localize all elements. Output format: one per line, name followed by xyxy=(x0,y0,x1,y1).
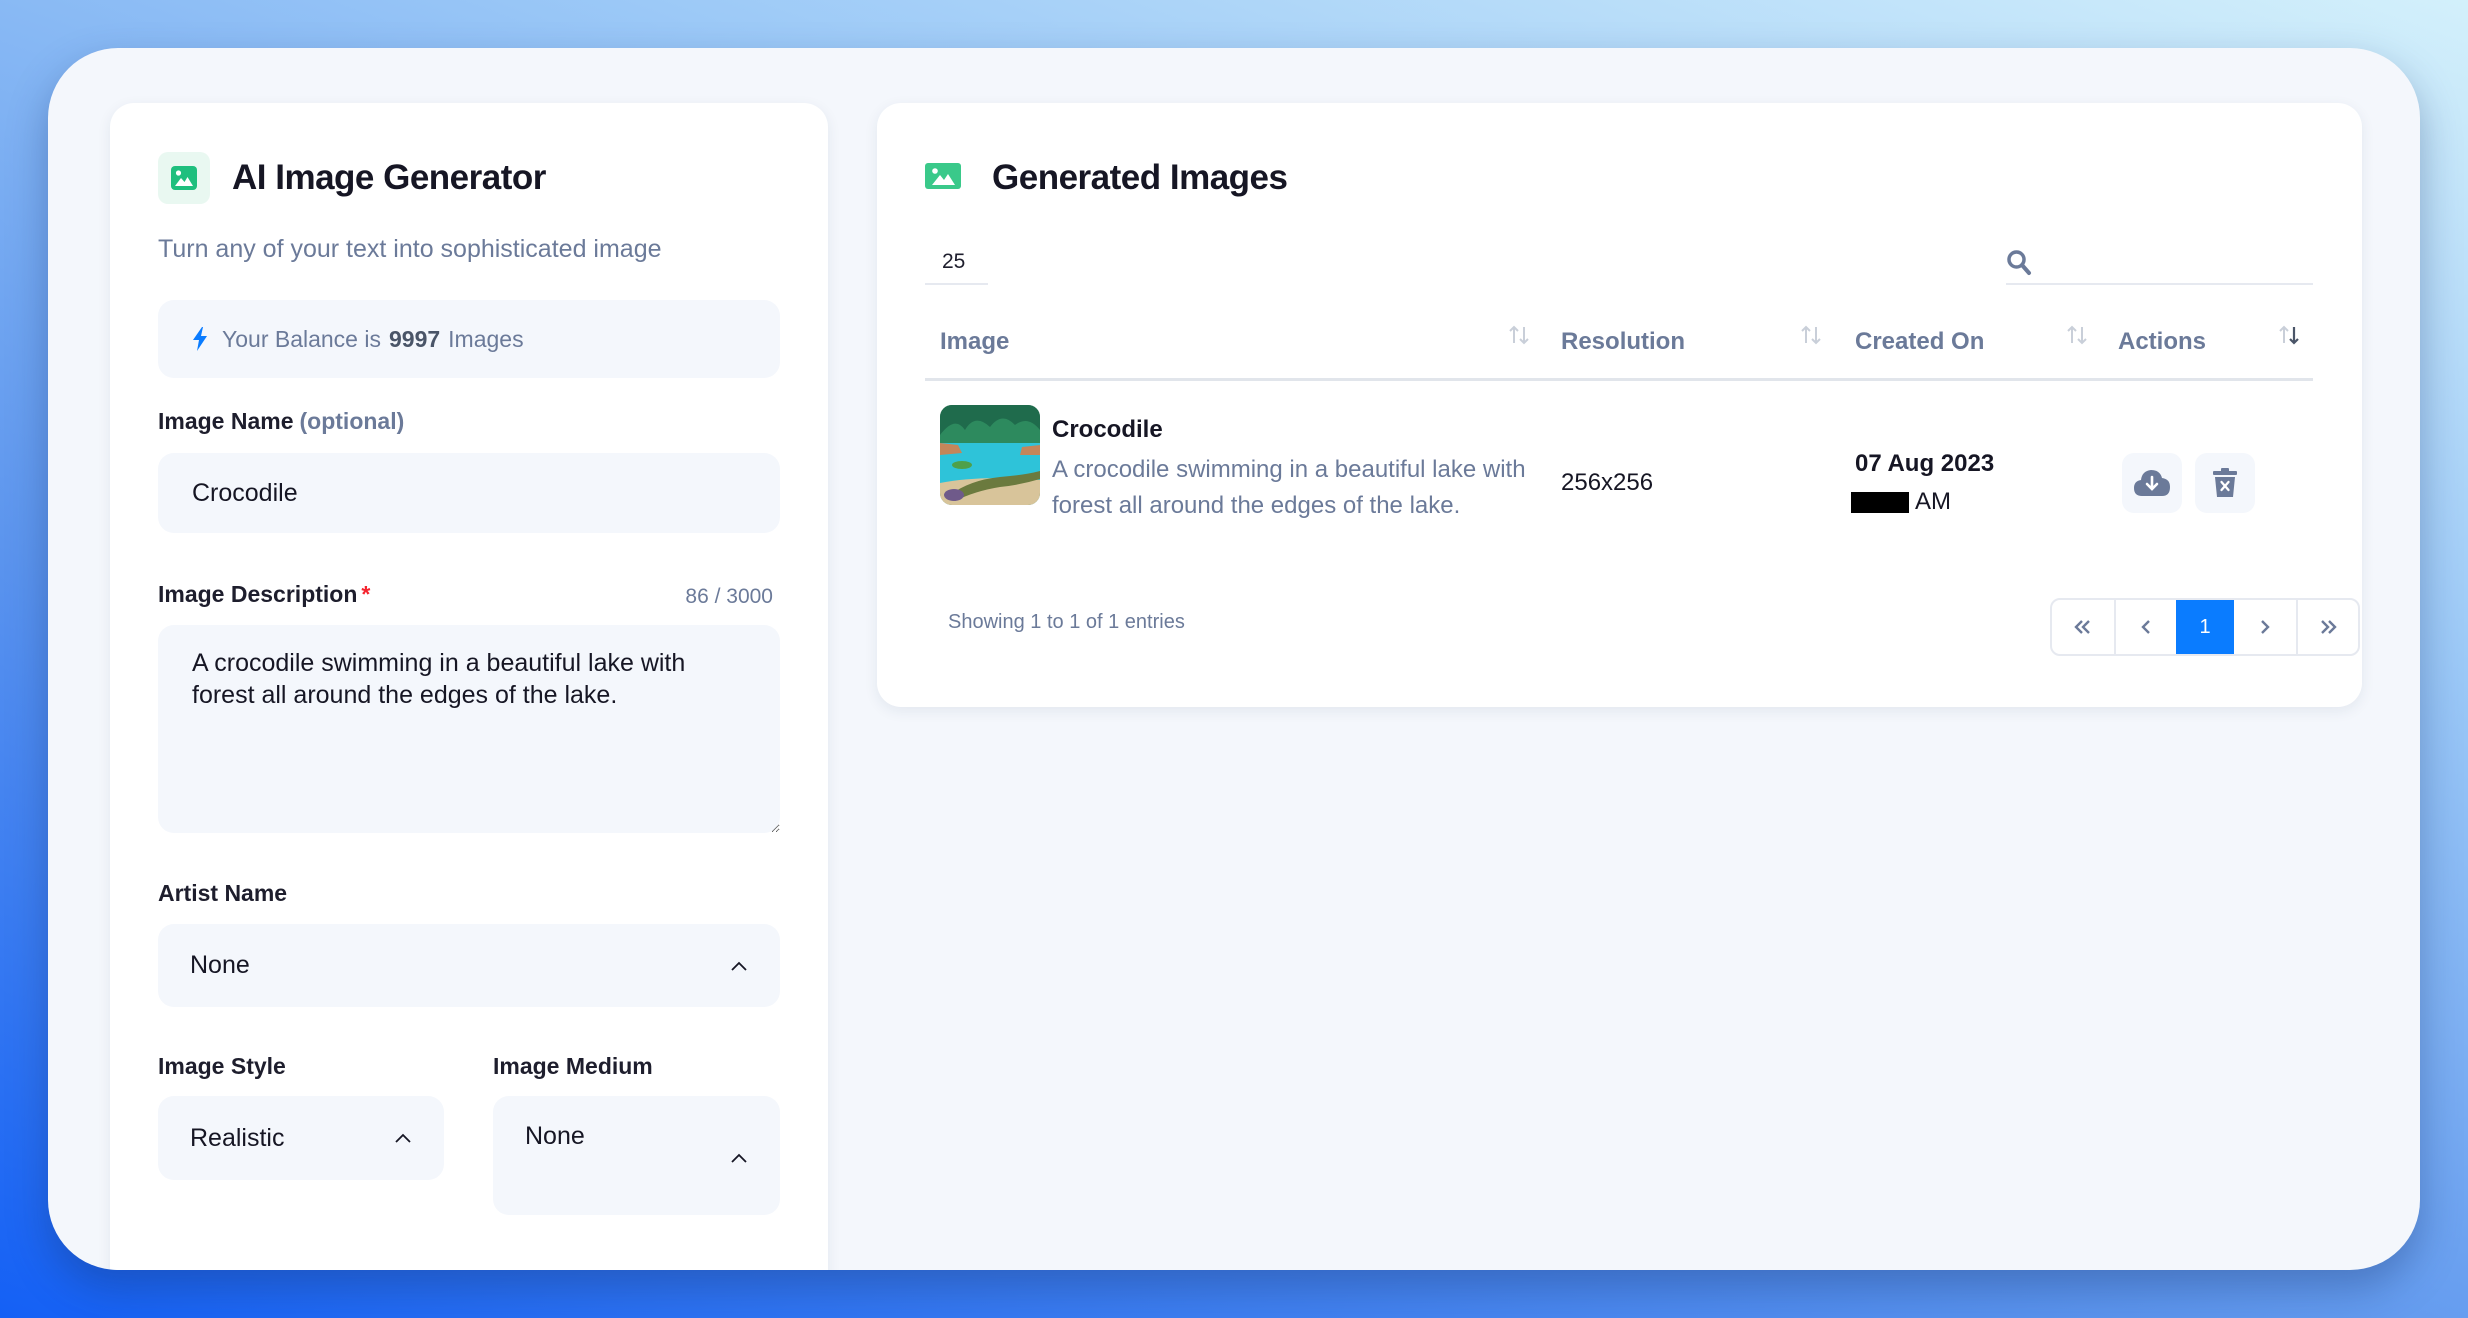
entries-per-page-select[interactable]: 25 xyxy=(925,243,988,285)
balance-suffix: Images xyxy=(448,325,524,352)
column-header-image[interactable]: Image xyxy=(940,328,1009,356)
generator-panel: AI Image Generator Turn any of your text… xyxy=(110,103,828,1270)
image-name-label: Image Name (optional) xyxy=(158,408,404,435)
first-page-button[interactable] xyxy=(2052,600,2114,654)
artist-name-label: Artist Name xyxy=(158,880,288,906)
column-header-created-on[interactable]: Created On xyxy=(1855,328,1984,356)
search-icon xyxy=(2007,250,2031,275)
trash-x-icon xyxy=(2213,468,2237,497)
last-page-button[interactable] xyxy=(2296,600,2358,654)
time-suffix: AM xyxy=(1915,488,1951,515)
image-resolution: 256x256 xyxy=(1561,469,1654,496)
image-description-label: Image Description * xyxy=(158,581,370,608)
chevron-right-icon xyxy=(2261,620,2270,634)
sort-icon[interactable] xyxy=(1507,323,1531,347)
image-icon xyxy=(171,166,197,190)
image-style-value: Realistic xyxy=(190,1123,285,1152)
image-description-label-text: Image Description xyxy=(158,581,358,607)
generator-title: AI Image Generator xyxy=(232,158,546,197)
image-medium-select[interactable]: None xyxy=(493,1096,780,1215)
optional-hint: (optional) xyxy=(299,408,405,434)
delete-button[interactable] xyxy=(2195,453,2255,513)
created-date: 07 Aug 2023 xyxy=(1855,450,1995,477)
image-name-label-text: Image Name xyxy=(158,408,294,434)
lightning-bolt-icon xyxy=(192,327,208,351)
sort-icon[interactable] xyxy=(2065,323,2089,347)
sort-descending-icon[interactable] xyxy=(2277,323,2301,347)
cloud-download-icon xyxy=(2134,470,2170,496)
generator-icon-box xyxy=(158,152,210,204)
image-icon xyxy=(925,163,961,189)
search-box[interactable] xyxy=(2006,243,2313,285)
generated-images-panel: Generated Images 25 Image Resolution Cre… xyxy=(877,103,2362,707)
column-header-resolution[interactable]: Resolution xyxy=(1561,328,1685,356)
image-medium-label: Image Medium xyxy=(493,1053,653,1079)
image-style-select[interactable]: Realistic xyxy=(158,1096,444,1180)
entries-info: Showing 1 to 1 of 1 entries xyxy=(948,611,1185,633)
page-button-current[interactable]: 1 xyxy=(2176,600,2234,654)
image-description: A crocodile swimming in a beautiful lake… xyxy=(1052,456,1526,519)
balance-banner: Your Balance is 9997 Images xyxy=(158,300,780,378)
double-chevron-left-icon xyxy=(2074,620,2090,634)
previous-page-button[interactable] xyxy=(2114,600,2176,654)
column-header-actions[interactable]: Actions xyxy=(2118,328,2206,356)
image-name: Crocodile xyxy=(1052,416,1163,443)
table-header: Image Resolution Created On Actions xyxy=(925,315,2313,381)
balance-amount: 9997 xyxy=(388,325,441,352)
pagination: 1 xyxy=(2050,598,2360,656)
balance-prefix: Your Balance is xyxy=(222,325,381,352)
redacted-time xyxy=(1851,491,1909,513)
next-page-button[interactable] xyxy=(2234,600,2296,654)
created-time: AM xyxy=(1851,488,1951,516)
download-button[interactable] xyxy=(2122,453,2182,513)
crocodile-lake-thumbnail xyxy=(940,405,1040,505)
sort-icon[interactable] xyxy=(1799,323,1823,347)
search-input[interactable] xyxy=(2042,245,2302,281)
chevron-up-icon xyxy=(730,1152,748,1164)
image-description-textarea[interactable]: A crocodile swimming in a beautiful lake… xyxy=(158,625,780,833)
gallery-title: Generated Images xyxy=(992,158,1288,197)
chevron-up-icon xyxy=(394,1132,412,1144)
image-thumbnail[interactable] xyxy=(940,405,1040,505)
image-name-input[interactable] xyxy=(158,453,780,533)
chevron-up-icon xyxy=(730,960,748,972)
artist-name-value: None xyxy=(190,951,250,979)
chevron-left-icon xyxy=(2141,620,2150,634)
artist-name-select[interactable]: None xyxy=(158,924,780,1007)
image-style-label: Image Style xyxy=(158,1053,286,1079)
double-chevron-right-icon xyxy=(2321,620,2337,634)
character-counter: 86 / 3000 xyxy=(685,585,773,608)
image-medium-value: None xyxy=(525,1122,585,1150)
generator-subtitle: Turn any of your text into sophisticated… xyxy=(158,235,662,263)
app-frame: AI Image Generator Turn any of your text… xyxy=(48,48,2420,1270)
required-mark: * xyxy=(361,581,371,607)
